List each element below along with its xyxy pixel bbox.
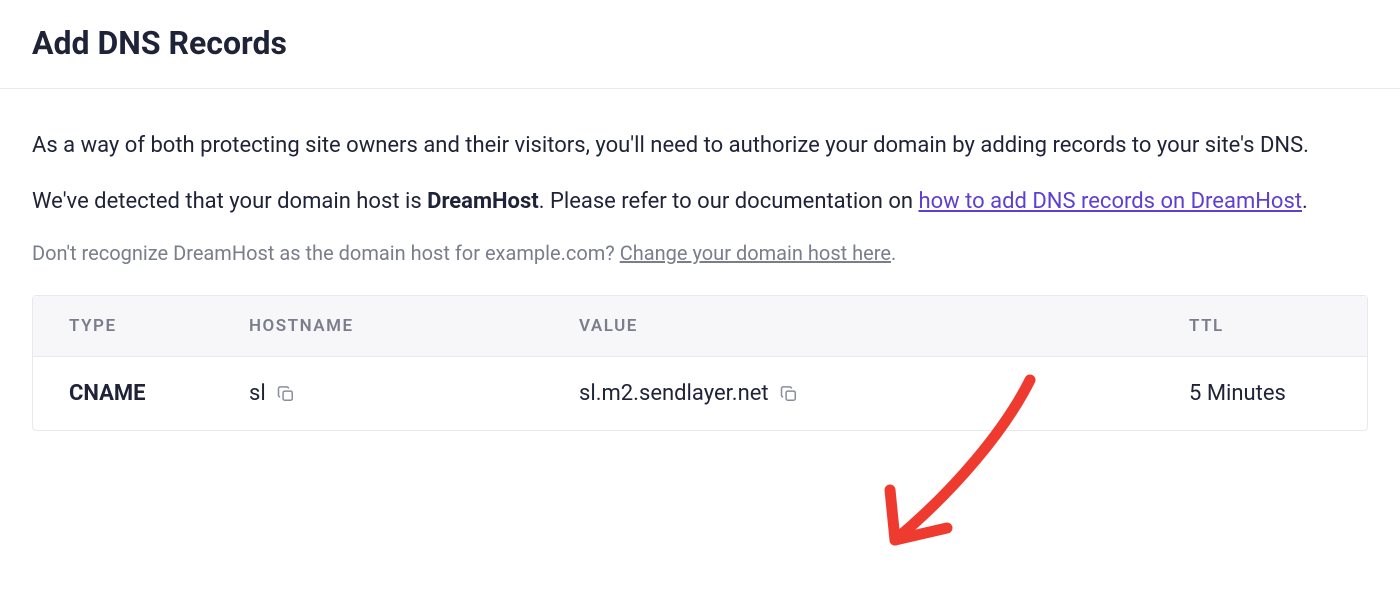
page-title: Add DNS Records: [32, 24, 1368, 62]
doc-link[interactable]: how to add DNS records on DreamHost: [918, 189, 1302, 214]
dns-table: TYPE HOSTNAME VALUE TTL CNAME sl sl.m2.s…: [32, 295, 1368, 431]
unrecognized-pre: Don't recognize DreamHost as the domain …: [32, 241, 620, 265]
header-value: VALUE: [579, 316, 1189, 336]
cell-hostname: sl: [249, 381, 579, 406]
detected-pre: We've detected that your domain host is: [32, 189, 427, 214]
intro-text: As a way of both protecting site owners …: [32, 129, 1368, 163]
dns-table-header: TYPE HOSTNAME VALUE TTL: [33, 296, 1367, 357]
cell-type: CNAME: [69, 381, 249, 406]
section-divider: [0, 88, 1400, 89]
period: .: [1302, 189, 1308, 214]
unrecognized-text: Don't recognize DreamHost as the domain …: [32, 241, 1368, 265]
detected-text: We've detected that your domain host is …: [32, 185, 1368, 219]
header-ttl: TTL: [1189, 316, 1331, 336]
cell-value: sl.m2.sendlayer.net: [579, 381, 1189, 406]
header-hostname: HOSTNAME: [249, 316, 579, 336]
header-type: TYPE: [69, 316, 249, 336]
hostname-value: sl: [249, 381, 266, 406]
table-row: CNAME sl sl.m2.sendlayer.net: [33, 357, 1367, 430]
unrecognized-post: .: [891, 241, 896, 265]
copy-icon[interactable]: [276, 384, 296, 404]
detected-host: DreamHost: [427, 189, 539, 214]
value-text: sl.m2.sendlayer.net: [579, 381, 769, 406]
detected-post: . Please refer to our documentation on: [539, 189, 919, 214]
copy-icon[interactable]: [779, 384, 799, 404]
cell-ttl: 5 Minutes: [1189, 381, 1331, 406]
change-host-link[interactable]: Change your domain host here: [620, 241, 891, 265]
